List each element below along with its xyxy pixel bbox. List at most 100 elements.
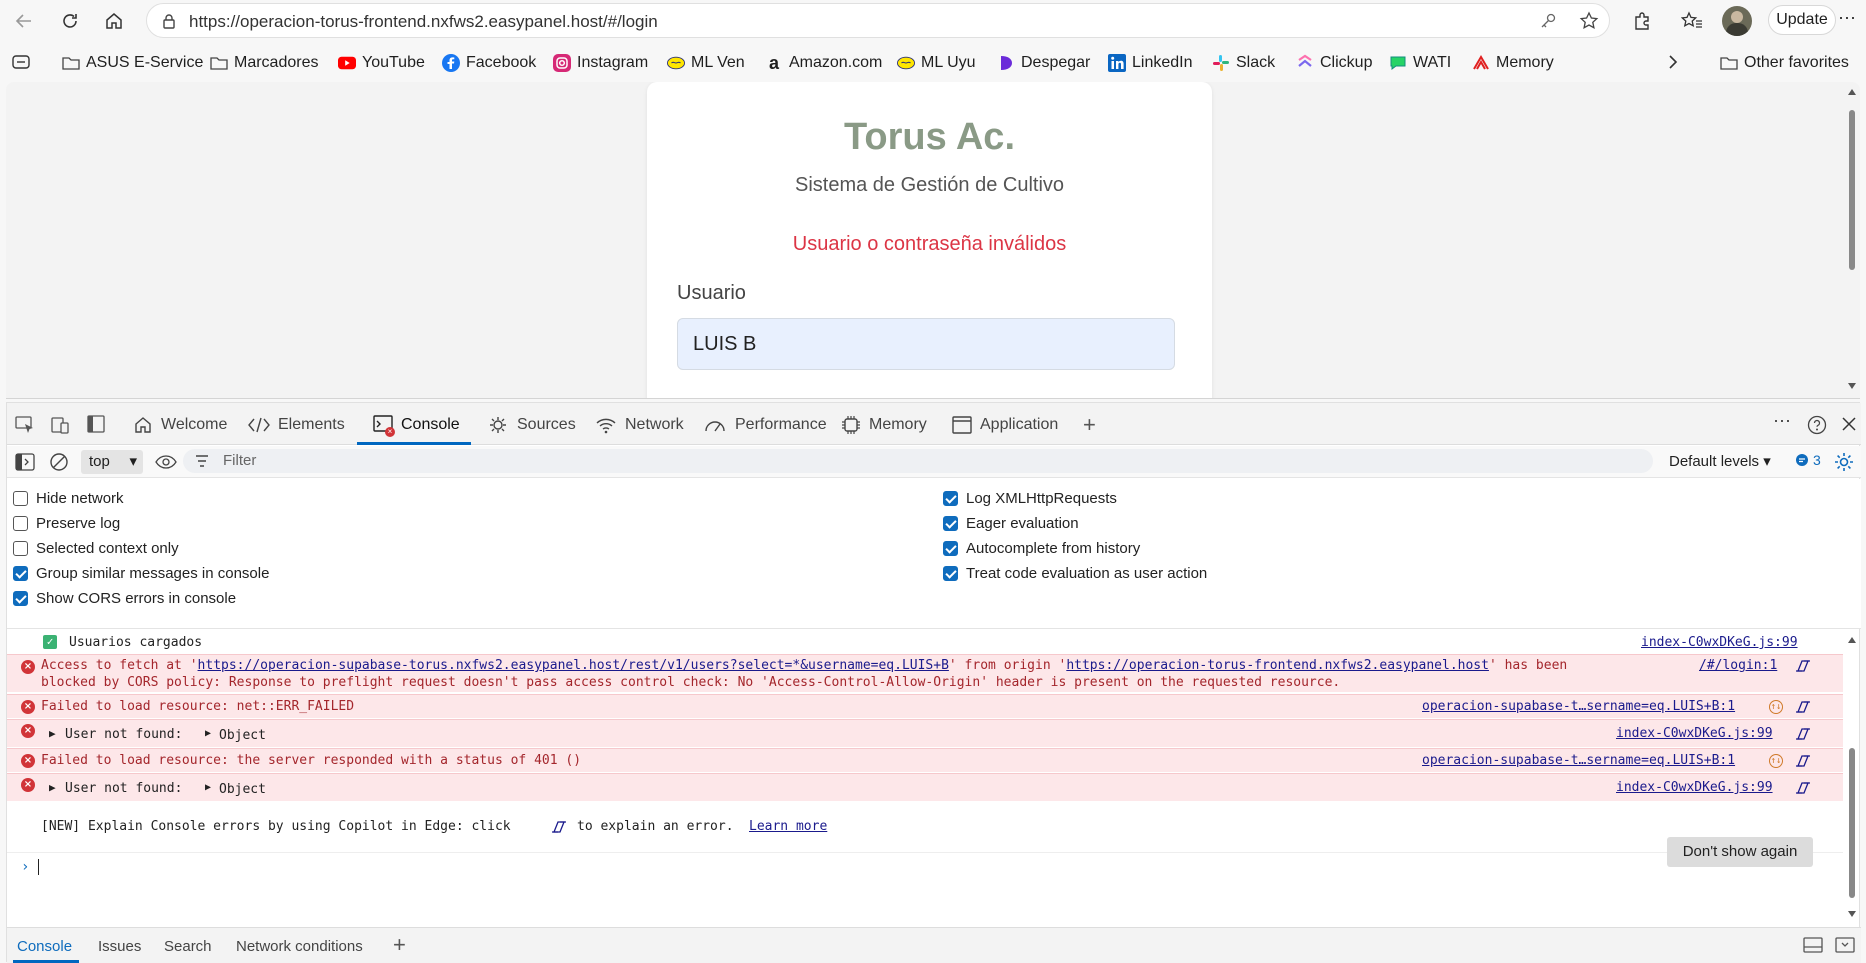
page-scrollbar[interactable]: [1844, 82, 1860, 398]
drawer-tab-console[interactable]: Console: [17, 938, 72, 955]
console-filter-input[interactable]: Filter: [183, 449, 1653, 473]
update-button[interactable]: Update: [1768, 5, 1836, 35]
expand-triangle-icon[interactable]: ▶: [49, 727, 56, 740]
tab-elements[interactable]: Elements: [248, 411, 345, 439]
add-drawer-tab-plus-icon[interactable]: +: [393, 932, 406, 958]
favorite-ml-uyu[interactable]: ML Uyu: [897, 52, 976, 74]
log-levels-select[interactable]: Default levels ▾: [1669, 452, 1771, 470]
source-link[interactable]: index-C0wxDKeG.js:99: [1641, 635, 1798, 650]
amazon-icon: a: [768, 52, 779, 73]
setting-eager-eval[interactable]: Eager evaluation: [943, 512, 1079, 534]
context-select[interactable]: top ▾: [81, 450, 143, 474]
favorite-youtube[interactable]: YouTube: [338, 52, 425, 74]
drawer-tab-issues[interactable]: Issues: [98, 938, 141, 955]
tab-performance[interactable]: Performance: [703, 411, 827, 439]
favorite-other[interactable]: Other favorites: [1720, 52, 1849, 74]
issues-counter[interactable]: 3: [1795, 452, 1821, 468]
expand-triangle-icon[interactable]: ▶: [205, 728, 211, 739]
favorite-linkedin[interactable]: LinkedIn: [1108, 52, 1193, 74]
setting-autocomplete[interactable]: Autocomplete from history: [943, 537, 1140, 559]
favorite-memory[interactable]: Memory: [1472, 52, 1554, 74]
close-drawer-icon[interactable]: [1835, 937, 1855, 953]
tab-application[interactable]: Application: [952, 411, 1058, 439]
copilot-explain-icon[interactable]: [1795, 753, 1811, 769]
source-link[interactable]: operacion-supabase-t…sername=eq.LUIS+B:1: [1422, 753, 1735, 768]
more-options-icon[interactable]: ⋯: [1838, 8, 1856, 29]
favorite-wati[interactable]: WATI: [1389, 52, 1451, 74]
favorite-asus[interactable]: ASUS E-Service: [62, 52, 203, 74]
tab-memory[interactable]: Memory: [841, 411, 927, 439]
slack-icon: [1212, 54, 1230, 72]
copilot-explain-icon[interactable]: [1795, 726, 1811, 742]
object-preview[interactable]: Object: [219, 782, 266, 797]
setting-show-cors[interactable]: Show CORS errors in console: [13, 587, 236, 609]
dock-side-icon[interactable]: [87, 415, 105, 433]
drawer-tab-network-conditions[interactable]: Network conditions: [236, 938, 363, 955]
refresh-button[interactable]: [54, 6, 86, 36]
network-request-icon[interactable]: ↑↓: [1769, 754, 1783, 768]
favorite-despegar[interactable]: Despegar: [997, 52, 1090, 74]
copilot-explain-icon[interactable]: [1795, 780, 1811, 796]
drawer-tab-search[interactable]: Search: [164, 938, 212, 955]
wati-icon: [1389, 54, 1407, 72]
tab-welcome[interactable]: Welcome: [133, 411, 227, 439]
tab-network[interactable]: Network: [595, 411, 684, 439]
setting-log-xhr[interactable]: Log XMLHttpRequests: [943, 487, 1117, 509]
inspect-element-icon[interactable]: [15, 416, 35, 434]
scrollbar-thumb[interactable]: [1849, 110, 1855, 270]
chevron-right-icon[interactable]: [1666, 54, 1680, 70]
profile-avatar[interactable]: [1722, 6, 1752, 36]
source-link[interactable]: operacion-supabase-t…sername=eq.LUIS+B:1: [1422, 699, 1735, 714]
console-prompt[interactable]: ›: [7, 852, 1843, 880]
key-icon[interactable]: [1539, 12, 1557, 30]
clear-console-icon[interactable]: [49, 452, 69, 472]
expand-triangle-icon[interactable]: ▶: [49, 781, 56, 794]
favorites-button[interactable]: [1676, 6, 1708, 36]
setting-preserve-log[interactable]: Preserve log: [13, 512, 120, 534]
live-expression-eye-icon[interactable]: [155, 454, 177, 470]
object-preview[interactable]: Object: [219, 728, 266, 743]
favorite-slack[interactable]: Slack: [1212, 52, 1275, 74]
origin-url-link[interactable]: https://operacion-torus-frontend.nxfws2.…: [1066, 658, 1489, 673]
setting-hide-network[interactable]: Hide network: [13, 487, 124, 509]
home-button[interactable]: [98, 6, 130, 36]
setting-group-similar[interactable]: Group similar messages in console: [13, 562, 269, 584]
tab-actions-icon[interactable]: [12, 54, 30, 70]
dock-drawer-icon[interactable]: [1803, 937, 1823, 953]
address-bar[interactable]: https://operacion-torus-frontend.nxfws2.…: [146, 3, 1610, 38]
extensions-button[interactable]: [1626, 6, 1658, 36]
source-link[interactable]: index-C0wxDKeG.js:99: [1616, 780, 1773, 795]
source-link[interactable]: index-C0wxDKeG.js:99: [1616, 726, 1773, 741]
copilot-explain-icon[interactable]: [1795, 699, 1811, 715]
back-button[interactable]: [8, 6, 40, 36]
more-tools-icon[interactable]: ⋯: [1773, 411, 1791, 432]
network-request-icon[interactable]: ↑↓: [1769, 700, 1783, 714]
favorite-instagram[interactable]: Instagram: [553, 52, 648, 74]
setting-selected-context[interactable]: Selected context only: [13, 537, 179, 559]
source-link[interactable]: /#/login:1: [1699, 658, 1777, 673]
favorite-marcadores[interactable]: Marcadores: [210, 52, 318, 74]
dont-show-again-button[interactable]: Don't show again: [1667, 837, 1813, 867]
expand-triangle-icon[interactable]: ▶: [205, 782, 211, 793]
copilot-explain-icon[interactable]: [1795, 658, 1811, 674]
sidebar-toggle-icon[interactable]: [15, 453, 35, 471]
username-label: Usuario: [677, 282, 746, 304]
tab-console[interactable]: × Console: [373, 411, 460, 439]
learn-more-link[interactable]: Learn more: [749, 819, 827, 834]
request-url-link[interactable]: https://operacion-supabase-torus.nxfws2.…: [198, 658, 949, 673]
help-icon[interactable]: [1807, 415, 1827, 435]
close-icon[interactable]: [1841, 416, 1857, 432]
favorite-amazon[interactable]: a Amazon.com: [765, 52, 882, 74]
favorite-clickup[interactable]: Clickup: [1296, 52, 1372, 74]
console-settings-gear-icon[interactable]: [1833, 451, 1855, 473]
favorite-star-icon[interactable]: [1579, 11, 1599, 31]
console-scrollbar[interactable]: [1843, 630, 1861, 926]
add-tab-plus-icon[interactable]: +: [1083, 412, 1096, 438]
tab-sources[interactable]: Sources: [487, 411, 576, 439]
favorite-ml-ven[interactable]: ML Ven: [667, 52, 745, 74]
username-input[interactable]: LUIS B: [677, 318, 1175, 370]
scrollbar-thumb[interactable]: [1849, 748, 1855, 898]
device-emulation-icon[interactable]: [51, 415, 71, 435]
setting-treat-code-eval[interactable]: Treat code evaluation as user action: [943, 562, 1207, 584]
favorite-facebook[interactable]: Facebook: [442, 52, 536, 74]
